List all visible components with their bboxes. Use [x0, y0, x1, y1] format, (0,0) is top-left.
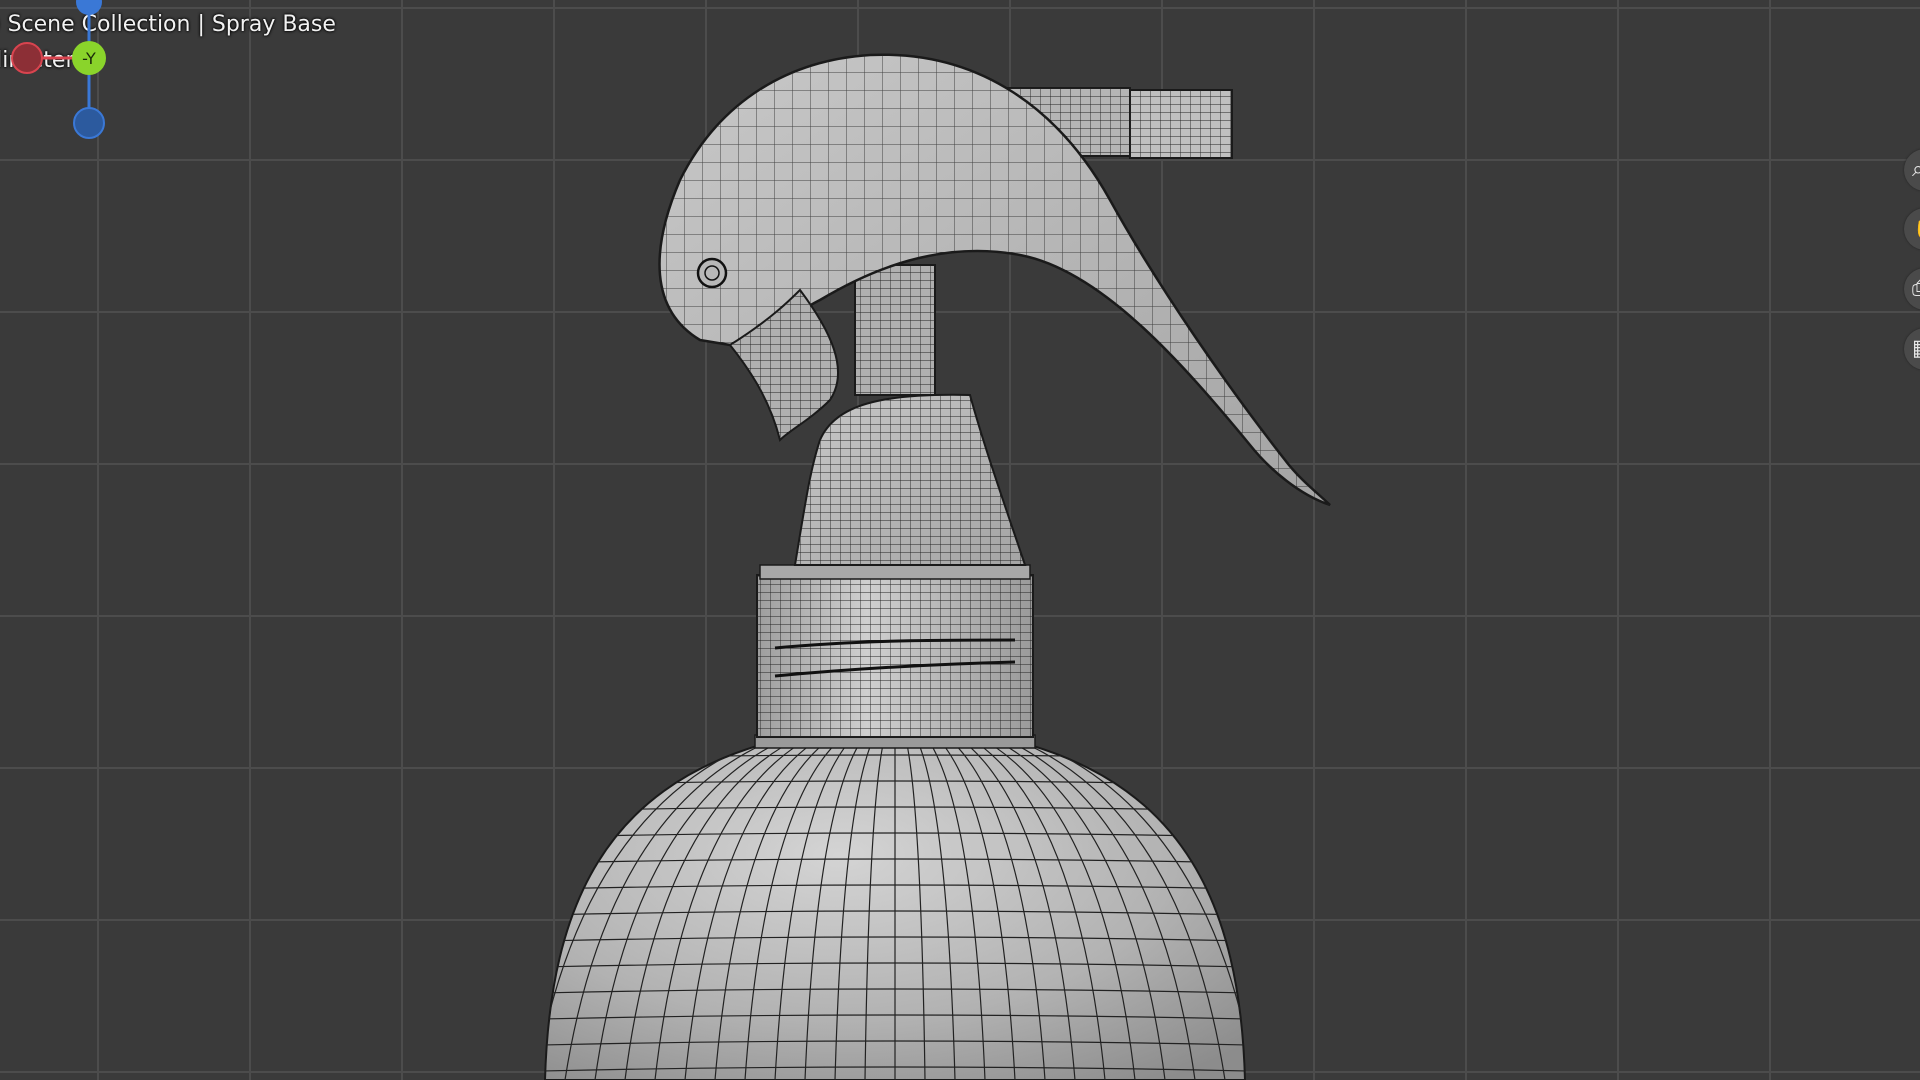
sprayer-neck	[793, 393, 1027, 566]
sprayer-stem	[854, 264, 936, 396]
neg-x-axis-handle[interactable]	[11, 42, 43, 74]
navigation-gizmo[interactable]: -Y	[0, 0, 140, 140]
bottle-cap	[756, 564, 1034, 738]
3d-viewport[interactable]: ) Scene Collection | Spray Base llimeter…	[0, 0, 1920, 1080]
neg-z-axis-handle[interactable]	[73, 107, 105, 139]
viewport-canvas[interactable]	[0, 0, 1920, 1080]
z-axis-handle[interactable]	[76, 0, 102, 15]
bottle-body	[543, 732, 1247, 1080]
y-axis-label: -Y	[82, 49, 96, 68]
